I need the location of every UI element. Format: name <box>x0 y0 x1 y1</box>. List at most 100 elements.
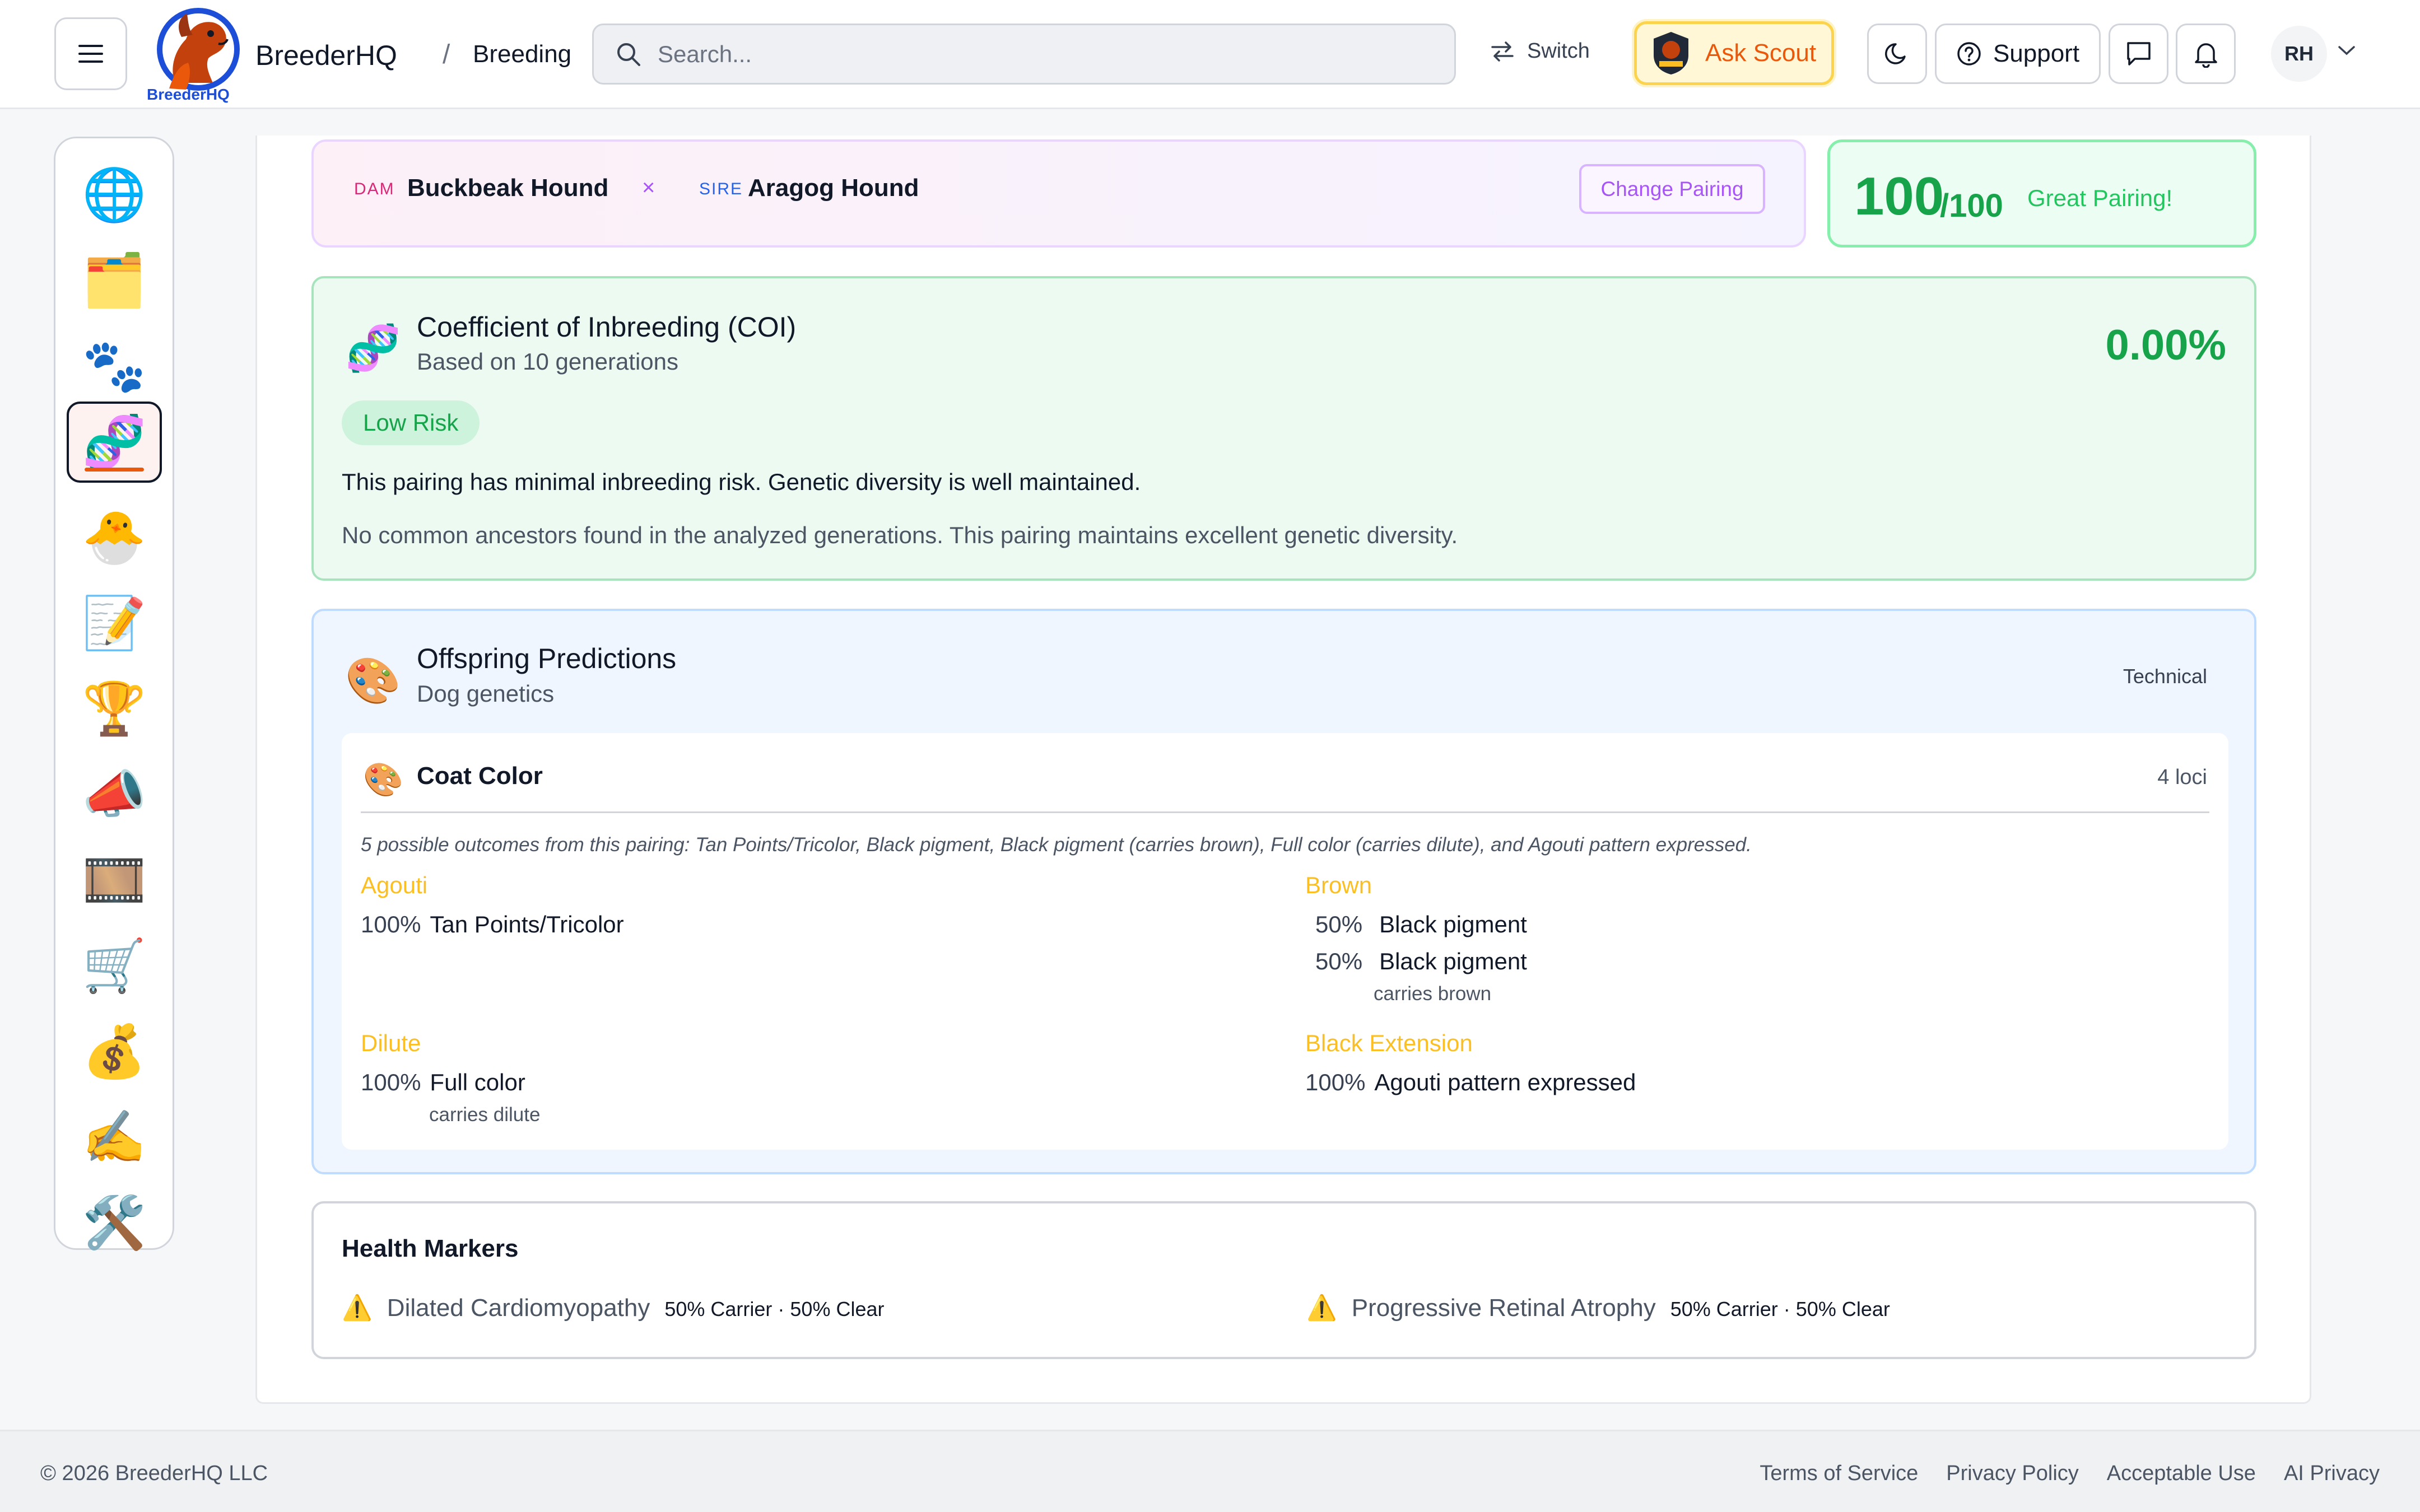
breadcrumb-current[interactable]: Breeding <box>473 40 571 68</box>
marker-name: Dilated Cardiomyopathy <box>387 1294 650 1322</box>
offspring-title: Offspring Predictions <box>417 643 677 674</box>
footer: © 2026 BreederHQ LLC Terms of Service Pr… <box>0 1430 2420 1512</box>
chevron-down-icon[interactable] <box>2337 45 2356 57</box>
sidebar-item-contracts[interactable]: ✍️ <box>67 1096 162 1178</box>
paw-icon: 🐾 <box>82 337 147 395</box>
dashboard-icon: 🗂️ <box>82 251 147 309</box>
score-value: 100 <box>1854 166 1944 226</box>
sidebar-item-records[interactable]: 📝 <box>67 582 162 664</box>
hatching-chick-icon: 🐣 <box>82 508 147 566</box>
switch-label: Switch <box>1527 39 1590 63</box>
privacy-link[interactable]: Privacy Policy <box>1946 1462 2079 1486</box>
sire-label: SIRE <box>699 180 743 198</box>
locus-agouti: Agouti <box>361 872 428 898</box>
brand-logo[interactable]: BreederHQ <box>147 4 242 104</box>
sidebar-item-media[interactable]: 🎞️ <box>67 839 162 921</box>
ask-scout-label: Ask Scout <box>1705 39 1817 67</box>
sidebar-item-animals[interactable]: 🐾 <box>67 325 162 407</box>
outcome-row: 100% Tan Points/Tricolor <box>361 911 624 938</box>
health-marker[interactable]: ⚠️ Progressive Retinal Atrophy 50% Carri… <box>1306 1293 1890 1322</box>
chat-bubble-icon <box>2126 42 2151 66</box>
switch-button[interactable]: Switch <box>1490 39 1590 63</box>
footer-links: Terms of Service Privacy Policy Acceptab… <box>1760 1462 2380 1486</box>
brand-name[interactable]: BreederHQ <box>255 39 397 72</box>
outcome-value: Black pigment <box>1379 911 1527 937</box>
divider <box>361 811 2209 813</box>
change-pairing-button[interactable]: Change Pairing <box>1579 164 1765 214</box>
health-marker[interactable]: ⚠️ Dilated Cardiomyopathy 50% Carrier · … <box>342 1293 885 1322</box>
trophy-icon: 🏆 <box>82 680 147 738</box>
marker-name: Progressive Retinal Atrophy <box>1351 1294 1656 1322</box>
locus-dilute: Dilute <box>361 1030 421 1056</box>
outcome-note: carries dilute <box>429 1104 541 1126</box>
theme-toggle-button[interactable] <box>1867 24 1927 84</box>
health-markers-card: Health Markers ⚠️ Dilated Cardiomyopathy… <box>311 1201 2256 1359</box>
swap-arrows-icon <box>1491 41 1514 62</box>
messages-button[interactable] <box>2109 24 2168 84</box>
coi-message: This pairing has minimal inbreeding risk… <box>342 469 1141 495</box>
coi-card: 🧬 Coefficient of Inbreeding (COI) Based … <box>311 276 2256 581</box>
health-markers-title: Health Markers <box>342 1235 519 1262</box>
scout-badge-icon <box>1654 32 1688 74</box>
sidebar-item-store[interactable]: 🛒 <box>67 925 162 1006</box>
coi-value: 0.00% <box>2105 321 2227 369</box>
offspring-predictions-card: 🎨 Offspring Predictions Dog genetics Tec… <box>311 609 2256 1174</box>
search-input[interactable] <box>658 40 1386 68</box>
user-avatar[interactable]: RH <box>2271 26 2327 82</box>
risk-badge: Low Risk <box>342 400 480 445</box>
app-root: BreederHQ BreederHQ / Breeding Switch <box>0 0 2420 1512</box>
search-icon <box>617 43 640 66</box>
dam-label: DAM <box>354 180 395 198</box>
dna-icon: 🧬 <box>345 323 401 373</box>
outcome-note: carries brown <box>1374 983 1492 1005</box>
sidebar-item-tools[interactable]: 🛠️ <box>67 1182 162 1263</box>
score-verdict: Great Pairing! <box>2027 185 2173 211</box>
loci-count: 4 loci <box>2157 766 2207 789</box>
sidebar-item-breeding[interactable]: 🧬 <box>67 402 162 483</box>
view-mode-toggle[interactable]: Technical <box>2123 665 2207 688</box>
sidebar-item-globe[interactable]: 🌐 <box>67 154 162 235</box>
notifications-button[interactable] <box>2176 24 2236 84</box>
locus-black-extension: Black Extension <box>1305 1030 1473 1056</box>
cross-icon: × <box>642 175 655 200</box>
outcome-value: Black pigment <box>1379 948 1527 974</box>
terms-link[interactable]: Terms of Service <box>1760 1462 1918 1486</box>
sidebar-item-shows[interactable]: 🏆 <box>67 668 162 749</box>
sidebar-item-marketing[interactable]: 📣 <box>67 754 162 835</box>
money-bag-icon: 💰 <box>82 1023 147 1080</box>
logo-caption: BreederHQ <box>147 86 230 103</box>
sire-name[interactable]: Aragog Hound <box>748 174 919 202</box>
pairing-score-card: 100 /100 Great Pairing! <box>1827 139 2256 248</box>
outcome-row: 50% Black pigment <box>1315 911 1527 938</box>
locus-brown: Brown <box>1305 872 1372 898</box>
support-button[interactable]: Support <box>1935 24 2101 84</box>
memo-icon: 📝 <box>82 594 147 652</box>
breadcrumb-separator: / <box>443 40 450 69</box>
warning-icon: ⚠️ <box>1306 1294 1337 1322</box>
film-icon: 🎞️ <box>82 851 147 909</box>
outcome-percent: 100% <box>361 1069 421 1095</box>
sidebar-item-litters[interactable]: 🐣 <box>67 497 162 578</box>
outcome-value: Tan Points/Tricolor <box>430 911 624 937</box>
coat-color-panel: 🎨 Coat Color 4 loci 5 possible outcomes … <box>342 733 2228 1150</box>
ai-privacy-link[interactable]: AI Privacy <box>2284 1462 2380 1486</box>
search-box[interactable] <box>592 24 1456 85</box>
palette-icon: 🎨 <box>345 656 401 706</box>
outcome-row: 100% Agouti pattern expressed <box>1305 1069 1636 1096</box>
top-bar: BreederHQ BreederHQ / Breeding Switch <box>0 0 2420 109</box>
dna-icon: 🧬 <box>82 413 147 471</box>
outcome-percent: 50% <box>1315 948 1363 974</box>
dam-name[interactable]: Buckbeak Hound <box>407 174 608 202</box>
offspring-subtitle: Dog genetics <box>417 680 555 707</box>
acceptable-use-link[interactable]: Acceptable Use <box>2107 1462 2256 1486</box>
outcome-percent: 100% <box>1305 1069 1366 1095</box>
sidebar-item-dashboard[interactable]: 🗂️ <box>67 240 162 321</box>
ask-scout-button[interactable]: Ask Scout <box>1634 21 1834 85</box>
outcome-summary: 5 possible outcomes from this pairing: T… <box>361 834 1752 856</box>
menu-button[interactable] <box>54 17 127 90</box>
marker-status: 50% Carrier · 50% Clear <box>664 1298 885 1320</box>
outcome-row: 50% Black pigment <box>1315 948 1527 975</box>
coat-color-title: Coat Color <box>417 762 543 790</box>
globe-icon: 🌐 <box>82 166 147 223</box>
sidebar-item-finance[interactable]: 💰 <box>67 1011 162 1092</box>
